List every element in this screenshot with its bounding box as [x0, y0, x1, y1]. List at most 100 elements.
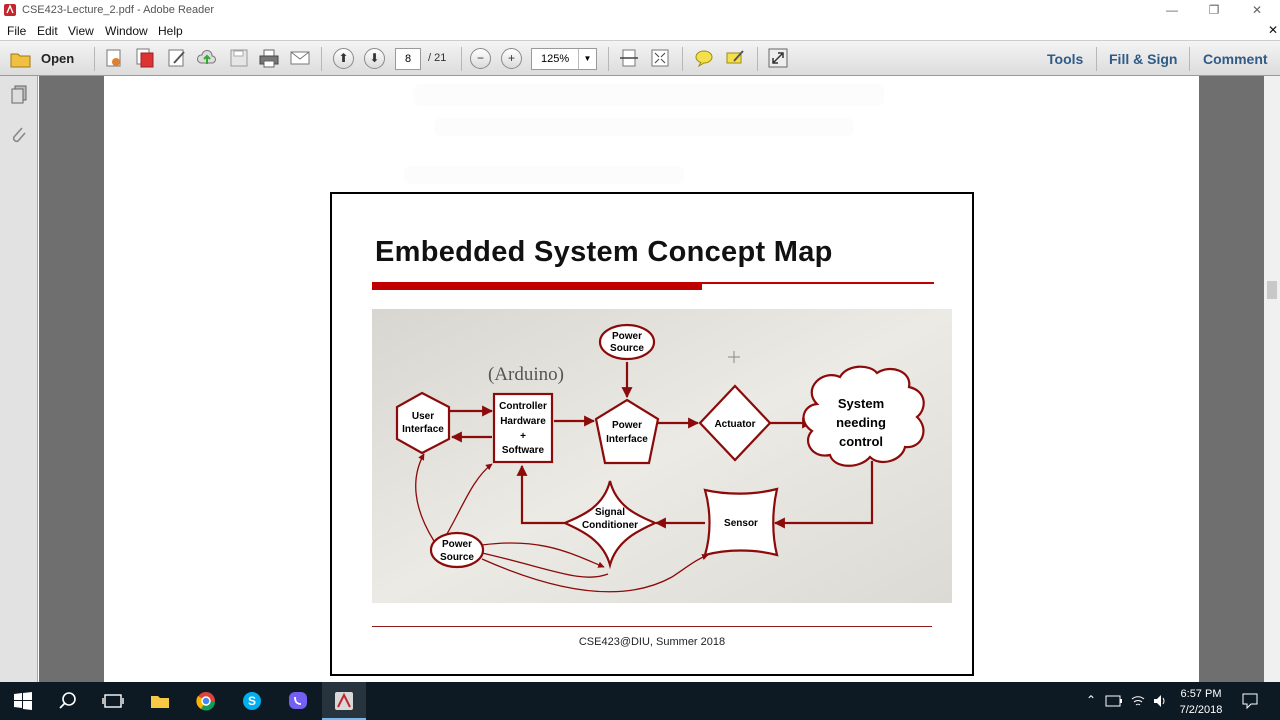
svg-text:Interface: Interface	[402, 424, 444, 435]
task-view-icon[interactable]	[102, 690, 124, 712]
restore-button[interactable]: ❐	[1194, 0, 1234, 21]
svg-text:Conditioner: Conditioner	[582, 520, 638, 531]
print-icon[interactable]	[258, 47, 280, 69]
scroll-thumb[interactable]	[1267, 281, 1277, 299]
search-icon[interactable]	[57, 690, 79, 712]
edit-icon[interactable]	[166, 47, 188, 69]
viber-icon[interactable]	[287, 690, 309, 712]
combine-files-icon[interactable]	[134, 47, 156, 69]
document-viewer[interactable]: Embedded System Concept Map Power Source…	[39, 76, 1264, 682]
svg-text:Power: Power	[612, 420, 642, 431]
date-text: 7/2/2018	[1179, 704, 1223, 716]
open-label: Open	[41, 51, 75, 66]
title-underline-line	[702, 282, 934, 284]
svg-text:Power: Power	[442, 539, 472, 550]
arrow-down-icon: ⬇	[369, 51, 380, 65]
svg-text:control: control	[839, 434, 883, 449]
page-total: / 21	[428, 52, 447, 64]
svg-text:Controller: Controller	[499, 401, 547, 412]
full-screen-icon[interactable]	[767, 47, 789, 69]
open-button[interactable]: Open	[6, 47, 86, 69]
cloud-upload-icon[interactable]	[196, 47, 218, 69]
fit-width-icon[interactable]	[618, 47, 640, 69]
next-page-button[interactable]: ⬇	[364, 48, 385, 69]
folder-icon	[10, 53, 31, 68]
svg-text:needing: needing	[836, 415, 886, 430]
previous-page-button[interactable]: ⬆	[333, 48, 354, 69]
fit-page-icon[interactable]	[649, 47, 671, 69]
arduino-label: (Arduino)	[488, 364, 564, 385]
power-source-top: Power Source	[598, 323, 656, 361]
time-text: 6:57 PM	[1180, 688, 1222, 700]
vertical-scrollbar[interactable]	[1264, 76, 1280, 682]
title-bar: CSE423-Lecture_2.pdf - Adobe Reader — ❐ …	[0, 0, 1280, 21]
svg-text:S: S	[248, 694, 256, 708]
zoom-in-button[interactable]: +	[501, 48, 522, 69]
wifi-icon[interactable]	[1130, 693, 1146, 709]
slide-title: Embedded System Concept Map	[375, 236, 833, 268]
clock[interactable]: 6:57 PM 7/2/2018	[1170, 686, 1232, 718]
toolbar: Open ⬆ ⬇ / 21 − + 125% ▼ Tools Fill & Si…	[0, 40, 1280, 76]
svg-text:User: User	[412, 411, 434, 422]
pdf-page: Embedded System Concept Map Power Source…	[104, 76, 1199, 682]
close-button[interactable]: ✕	[1237, 0, 1277, 21]
svg-text:Source: Source	[610, 343, 644, 354]
concept-map-diagram: Power Source (Arduino) User Interface Co…	[372, 309, 952, 603]
menu-help[interactable]: Help	[158, 24, 183, 38]
menu-view[interactable]: View	[68, 24, 94, 38]
menu-window[interactable]: Window	[105, 24, 148, 38]
sticky-note-icon[interactable]	[693, 47, 715, 69]
user-interface-node: User Interface	[395, 391, 451, 455]
controller-node: Controller Hardware + Software	[492, 392, 554, 464]
sensor-node: Sensor	[703, 487, 779, 557]
power-source-bottom: Power Source	[429, 531, 485, 569]
svg-text:Interface: Interface	[606, 434, 648, 445]
page-number-input[interactable]	[395, 48, 421, 70]
plus-icon: +	[507, 51, 515, 65]
tools-link[interactable]: Tools	[1047, 51, 1083, 67]
windows-start-icon[interactable]	[12, 690, 34, 712]
slide: Embedded System Concept Map Power Source…	[330, 192, 974, 676]
chrome-icon[interactable]	[195, 690, 217, 712]
adobe-reader-icon	[335, 692, 353, 710]
attachments-icon[interactable]	[9, 124, 29, 146]
svg-text:Software: Software	[502, 445, 545, 456]
chevron-down-icon: ▼	[578, 49, 596, 69]
skype-icon[interactable]: S	[241, 690, 263, 712]
comment-link[interactable]: Comment	[1203, 51, 1268, 67]
close-document-icon[interactable]: ✕	[1268, 23, 1278, 37]
menu-file[interactable]: File	[7, 24, 26, 38]
create-pdf-icon[interactable]	[103, 47, 125, 69]
zoom-value: 125%	[541, 53, 570, 65]
zoom-out-button[interactable]: −	[470, 48, 491, 69]
svg-text:Sensor: Sensor	[724, 518, 758, 529]
minus-icon: −	[476, 51, 484, 65]
save-icon[interactable]	[228, 47, 250, 69]
window-title: CSE423-Lecture_2.pdf - Adobe Reader	[22, 4, 215, 16]
title-underline-bar	[372, 282, 702, 290]
svg-text:Signal: Signal	[595, 507, 625, 518]
notifications-icon[interactable]	[1241, 692, 1259, 710]
svg-text:Hardware: Hardware	[500, 416, 546, 427]
svg-text:+: +	[520, 431, 526, 442]
svg-text:Source: Source	[440, 552, 474, 563]
menu-edit[interactable]: Edit	[37, 24, 58, 38]
file-explorer-icon[interactable]	[149, 690, 171, 712]
highlight-icon[interactable]	[724, 47, 746, 69]
adobe-reader-taskbar-button[interactable]	[322, 682, 366, 720]
adobe-reader-icon	[4, 4, 16, 16]
menu-bar: File Edit View Window Help ✕	[0, 21, 1280, 40]
slide-footer: CSE423@DIU, Summer 2018	[578, 636, 726, 648]
page-thumbnails-icon[interactable]	[9, 84, 29, 106]
fill-sign-link[interactable]: Fill & Sign	[1109, 51, 1177, 67]
svg-text:Actuator: Actuator	[714, 419, 755, 430]
svg-text:Power: Power	[612, 331, 642, 342]
email-icon[interactable]	[289, 47, 311, 69]
volume-icon[interactable]	[1152, 693, 1168, 709]
footer-line	[372, 626, 932, 627]
zoom-select[interactable]: 125% ▼	[531, 48, 597, 70]
battery-icon[interactable]	[1105, 695, 1123, 707]
minimize-button[interactable]: —	[1152, 0, 1192, 21]
chevron-up-icon[interactable]: ⌃	[1086, 693, 1096, 707]
navigation-panel	[0, 76, 38, 682]
